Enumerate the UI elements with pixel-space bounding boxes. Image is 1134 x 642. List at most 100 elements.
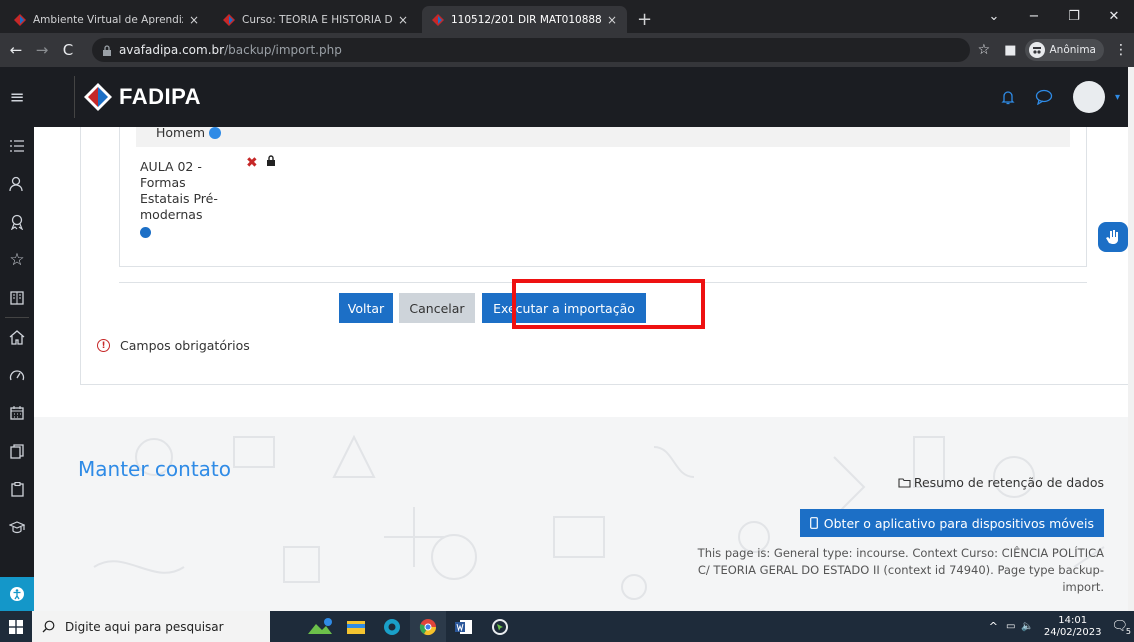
forward-icon[interactable]: → <box>32 41 52 59</box>
drawer-home-icon[interactable] <box>0 318 34 356</box>
menu-dots-icon[interactable]: ⋮ <box>1114 42 1128 58</box>
drawer-star-icon[interactable]: ☆ <box>0 241 34 279</box>
screen: Ambiente Virtual de Aprendizage × Curso:… <box>0 0 1134 642</box>
cancelar-button[interactable]: Cancelar <box>399 293 475 323</box>
drawer-calendar-icon[interactable] <box>0 394 34 432</box>
file-explorer-icon[interactable] <box>338 611 374 642</box>
exclude-x-icon[interactable]: ✖ <box>246 155 258 171</box>
taskbar-apps <box>302 611 518 642</box>
taskbar-clock[interactable]: 14:01 24/02/2023 <box>1044 615 1102 639</box>
system-tray: ^ ▭ 🔈 14:01 24/02/2023 🗨 5 <box>989 611 1134 642</box>
site-logo[interactable]: FADIPA <box>74 76 201 118</box>
pointer-app-icon[interactable] <box>482 611 518 642</box>
voltar-button[interactable]: Voltar <box>339 293 393 323</box>
aula-title-text: AULA 02 - Formas Estatais Pré-modernas <box>140 159 218 222</box>
browser-tabstrip: Ambiente Virtual de Aprendizage × Curso:… <box>0 0 1134 33</box>
fadipa-favicon-icon <box>223 13 235 26</box>
drawer-participants-icon[interactable] <box>0 165 34 203</box>
reload-icon[interactable]: C <box>58 41 78 59</box>
notification-count: 5 <box>1125 627 1131 636</box>
required-exclamation-icon: ! <box>97 339 110 352</box>
row-homem-text: Homem <box>156 127 206 140</box>
drawer-graduation-cap-icon[interactable] <box>0 508 34 546</box>
row-label-homem: Homem <box>156 127 222 140</box>
page-footer: Manter contato Resumo de retenção de dad… <box>34 417 1134 611</box>
volume-icon[interactable]: 🔈 <box>1021 621 1033 632</box>
browser-tab-title: Ambiente Virtual de Aprendizage <box>33 13 183 26</box>
drawer-badges-icon[interactable] <box>0 203 34 241</box>
back-icon[interactable]: ← <box>6 41 26 59</box>
fadipa-favicon-icon <box>432 13 444 26</box>
main-content: Homem AULA 02 - Formas Estatais Pré-mode… <box>34 127 1134 611</box>
required-fields-note: ! Campos obrigatórios <box>97 338 250 353</box>
messages-chat-icon[interactable] <box>1031 84 1057 110</box>
toolbar-right: ☆ ■ Anônima ⋮ <box>970 39 1134 61</box>
close-window-icon[interactable]: ✕ <box>1094 9 1134 24</box>
user-menu-caret-icon[interactable]: ▾ <box>1115 92 1120 103</box>
bookmark-star-icon[interactable]: ☆ <box>978 42 991 58</box>
section-aula-02: AULA 02 - Formas Estatais Pré-modernas <box>140 159 236 238</box>
edge-browser-icon[interactable] <box>374 611 410 642</box>
tab-search-icon[interactable]: ⌄ <box>974 9 1014 24</box>
browser-tab-3-active[interactable]: 110512/201 DIR MAT0108881: Im × <box>422 6 627 33</box>
drawer-files-icon[interactable] <box>0 432 34 470</box>
lock-icon <box>102 44 111 56</box>
tab-close-icon[interactable]: × <box>607 13 617 27</box>
notifications-bell-icon[interactable] <box>995 84 1021 110</box>
browser-toolbar: ← → C avafadipa.com.br/backup/import.php… <box>0 33 1134 67</box>
page-scrollbar[interactable] <box>1128 67 1134 611</box>
windows-taskbar: Digite aqui para pesquisar ^ ▭ 🔈 14:01 2… <box>0 611 1134 642</box>
document-icon[interactable] <box>140 227 151 238</box>
new-tab-button[interactable]: + <box>637 9 652 30</box>
user-avatar[interactable] <box>1072 81 1105 113</box>
windows-start-icon[interactable] <box>0 619 32 634</box>
accessibility-icon[interactable] <box>0 577 34 611</box>
url-path: /backup/import.php <box>224 43 342 57</box>
browser-tab-2[interactable]: Curso: TEORIA E HISTÓRIA DO DI × <box>213 6 418 33</box>
fadipa-logo-icon <box>84 83 112 111</box>
mobile-app-text: Obter o aplicativo para dispositivos móv… <box>823 515 1094 531</box>
network-icon[interactable]: ▭ <box>1006 621 1015 632</box>
side-panel-icon[interactable]: ■ <box>1004 43 1016 58</box>
address-bar[interactable]: avafadipa.com.br/backup/import.php <box>91 38 970 62</box>
required-fields-text: Campos obrigatórios <box>120 338 250 353</box>
lock-icon <box>267 155 275 166</box>
tab-close-icon[interactable]: × <box>398 13 408 27</box>
list-item: Homem <box>136 127 1070 147</box>
url-host: avafadipa.com.br <box>118 43 225 57</box>
browser-tab-title: Curso: TEORIA E HISTÓRIA DO DI <box>242 13 392 26</box>
data-retention-text: Resumo de retenção de dados <box>913 475 1104 490</box>
word-app-icon[interactable] <box>446 611 482 642</box>
taskbar-search-placeholder: Digite aqui para pesquisar <box>65 619 224 634</box>
site-brand-name: FADIPA <box>119 84 202 109</box>
mobile-phone-icon <box>809 517 818 529</box>
minimize-icon[interactable]: − <box>1014 9 1054 24</box>
notification-center-icon[interactable]: 🗨 5 <box>1111 619 1131 636</box>
window-controls: ⌄ − ❐ ✕ <box>974 0 1134 33</box>
import-form-card: Homem AULA 02 - Formas Estatais Pré-mode… <box>80 127 1134 385</box>
drawer-clipboard-icon[interactable] <box>0 470 34 508</box>
course-sections-list: Homem AULA 02 - Formas Estatais Pré-mode… <box>119 127 1087 267</box>
site-navbar: ≡ FADIPA ▾ <box>0 67 1134 127</box>
drawer-grades-icon[interactable] <box>0 279 34 317</box>
hamburger-menu-icon[interactable]: ≡ <box>0 87 34 108</box>
incognito-profile-button[interactable]: Anônima <box>1024 39 1104 61</box>
drawer-list-icon[interactable] <box>0 127 34 165</box>
tab-close-icon[interactable]: × <box>189 13 199 27</box>
taskbar-search-box[interactable]: Digite aqui para pesquisar <box>32 611 270 642</box>
drawer-dashboard-icon[interactable] <box>0 356 34 394</box>
maximize-icon[interactable]: ❐ <box>1054 9 1094 24</box>
sign-language-helper-icon[interactable] <box>1098 222 1128 252</box>
browser-tab-title: 110512/201 DIR MAT0108881: Im <box>451 13 601 26</box>
widgets-app-icon[interactable] <box>302 611 338 642</box>
tray-chevron-icon[interactable]: ^ <box>989 620 998 633</box>
mobile-app-button[interactable]: Obter o aplicativo para dispositivos móv… <box>799 509 1104 537</box>
browser-tab-1[interactable]: Ambiente Virtual de Aprendizage × <box>4 6 209 33</box>
profile-label: Anônima <box>1049 44 1097 56</box>
incognito-icon <box>1028 42 1045 58</box>
data-retention-link[interactable]: Resumo de retenção de dados <box>898 475 1104 490</box>
chrome-browser-icon[interactable] <box>410 611 446 642</box>
clock-time: 14:01 <box>1058 614 1088 626</box>
info-icon[interactable] <box>209 127 222 139</box>
page-info-text: This page is: General type: incourse. Co… <box>697 546 1104 594</box>
